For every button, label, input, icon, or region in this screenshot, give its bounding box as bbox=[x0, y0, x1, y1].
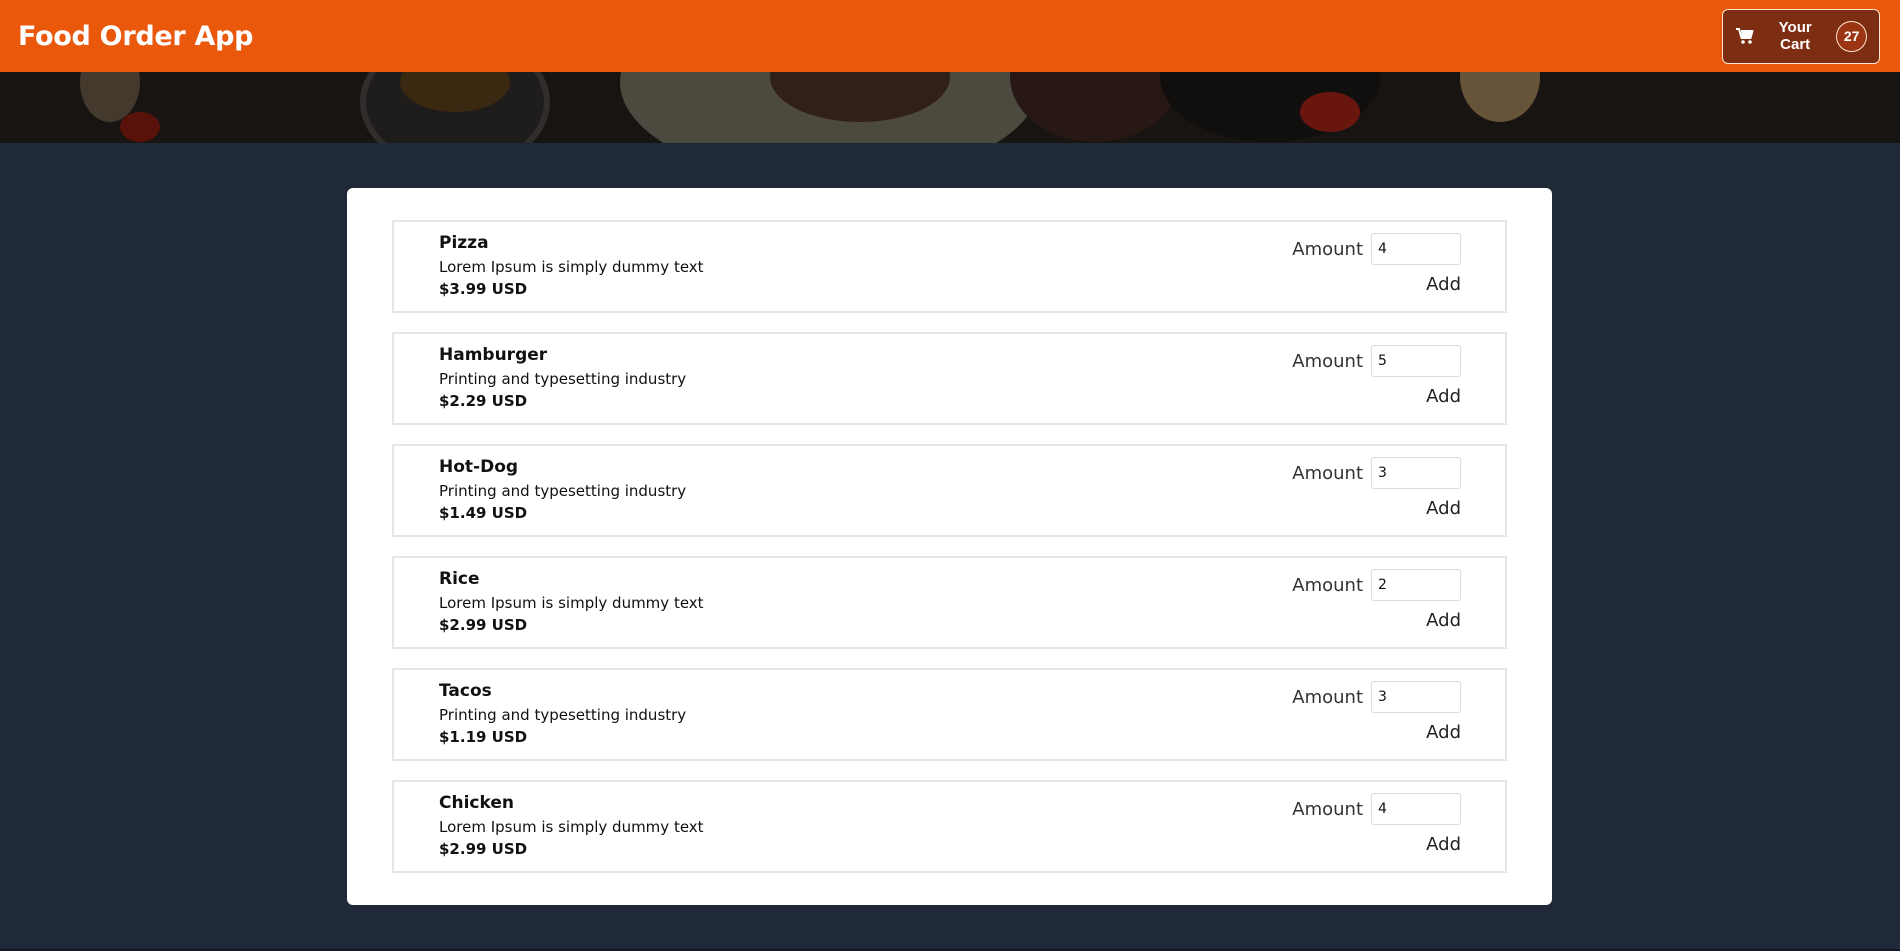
meal-description: Printing and typesetting industry bbox=[439, 706, 687, 724]
meals-list: Pizza Lorem Ipsum is simply dummy text $… bbox=[347, 188, 1552, 905]
meal-description: Lorem Ipsum is simply dummy text bbox=[439, 258, 704, 276]
meal-form: Amount Add bbox=[1292, 569, 1461, 647]
meal-info: Hot-Dog Printing and typesetting industr… bbox=[439, 457, 686, 535]
meal-description: Lorem Ipsum is simply dummy text bbox=[439, 594, 704, 612]
meal-item-chicken: Chicken Lorem Ipsum is simply dummy text… bbox=[392, 780, 1507, 873]
meal-item-hot-dog: Hot-Dog Printing and typesetting industr… bbox=[392, 444, 1507, 537]
meal-form: Amount Add bbox=[1292, 793, 1461, 871]
amount-input[interactable] bbox=[1371, 233, 1461, 265]
app-header: Food Order App Your Cart 27 bbox=[0, 0, 1900, 72]
meal-description: Lorem Ipsum is simply dummy text bbox=[439, 818, 704, 836]
meal-info: Chicken Lorem Ipsum is simply dummy text… bbox=[439, 793, 704, 871]
amount-label: Amount bbox=[1292, 350, 1363, 372]
cart-label: Your Cart bbox=[1778, 19, 1812, 53]
meal-name: Chicken bbox=[439, 793, 514, 813]
amount-label: Amount bbox=[1292, 238, 1363, 260]
add-button[interactable]: Add bbox=[1426, 272, 1461, 296]
add-button[interactable]: Add bbox=[1426, 832, 1461, 856]
meal-name: Hamburger bbox=[439, 345, 548, 365]
add-button[interactable]: Add bbox=[1426, 608, 1461, 632]
amount-row: Amount bbox=[1292, 345, 1461, 377]
add-button[interactable]: Add bbox=[1426, 720, 1461, 744]
amount-input[interactable] bbox=[1371, 345, 1461, 377]
meal-item-rice: Rice Lorem Ipsum is simply dummy text $2… bbox=[392, 556, 1507, 649]
amount-row: Amount bbox=[1292, 233, 1461, 265]
meal-price: $2.99 USD bbox=[439, 840, 528, 858]
amount-row: Amount bbox=[1292, 457, 1461, 489]
meal-item-tacos: Tacos Printing and typesetting industry … bbox=[392, 668, 1507, 761]
meal-info: Hamburger Printing and typesetting indus… bbox=[439, 345, 686, 423]
amount-row: Amount bbox=[1292, 569, 1461, 601]
cart-count-badge: 27 bbox=[1836, 20, 1867, 52]
amount-input[interactable] bbox=[1371, 681, 1461, 713]
meal-name: Tacos bbox=[439, 681, 492, 701]
meal-price: $1.19 USD bbox=[439, 728, 528, 746]
meal-name: Rice bbox=[439, 569, 480, 589]
meal-item-hamburger: Hamburger Printing and typesetting indus… bbox=[392, 332, 1507, 425]
amount-input[interactable] bbox=[1371, 569, 1461, 601]
meal-info: Rice Lorem Ipsum is simply dummy text $2… bbox=[439, 569, 704, 647]
amount-row: Amount bbox=[1292, 681, 1461, 713]
meal-info: Pizza Lorem Ipsum is simply dummy text $… bbox=[439, 233, 704, 311]
amount-label: Amount bbox=[1292, 574, 1363, 596]
meal-description: Printing and typesetting industry bbox=[439, 482, 687, 500]
amount-label: Amount bbox=[1292, 686, 1363, 708]
meal-description: Printing and typesetting industry bbox=[439, 370, 687, 388]
meal-item-pizza: Pizza Lorem Ipsum is simply dummy text $… bbox=[392, 220, 1507, 313]
amount-label: Amount bbox=[1292, 798, 1363, 820]
add-button[interactable]: Add bbox=[1426, 384, 1461, 408]
shopping-cart-icon bbox=[1735, 27, 1755, 45]
meal-form: Amount Add bbox=[1292, 681, 1461, 759]
amount-row: Amount bbox=[1292, 793, 1461, 825]
amount-input[interactable] bbox=[1371, 793, 1461, 825]
meal-form: Amount Add bbox=[1292, 457, 1461, 535]
cart-button[interactable]: Your Cart 27 bbox=[1722, 8, 1880, 64]
amount-input[interactable] bbox=[1371, 457, 1461, 489]
meal-price: $2.99 USD bbox=[439, 616, 528, 634]
meal-name: Hot-Dog bbox=[439, 457, 519, 477]
meal-form: Amount Add bbox=[1292, 233, 1461, 311]
meal-info: Tacos Printing and typesetting industry … bbox=[439, 681, 686, 759]
meal-name: Pizza bbox=[439, 233, 489, 253]
app-title: Food Order App bbox=[18, 20, 254, 52]
meal-price: $2.29 USD bbox=[439, 392, 528, 410]
meal-form: Amount Add bbox=[1292, 345, 1461, 423]
amount-label: Amount bbox=[1292, 462, 1363, 484]
add-button[interactable]: Add bbox=[1426, 496, 1461, 520]
meal-price: $3.99 USD bbox=[439, 280, 528, 298]
meal-price: $1.49 USD bbox=[439, 504, 528, 522]
hero-food-image bbox=[0, 72, 1900, 143]
